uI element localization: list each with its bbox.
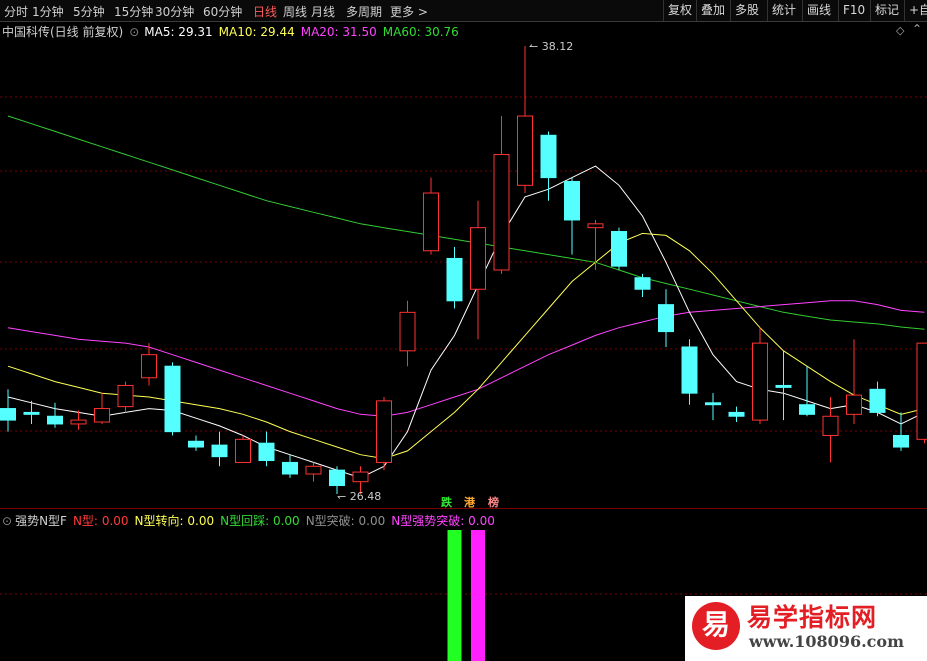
candle-29 [681, 339, 698, 405]
candle-10 [235, 435, 251, 463]
candle-2 [47, 402, 63, 428]
candle-5 [117, 381, 134, 413]
candle-28 [658, 289, 674, 347]
toolbar-button-2[interactable]: 多股 [730, 0, 767, 21]
candle-11 [258, 431, 275, 467]
candle-12 [282, 454, 298, 478]
candle-20 [470, 200, 486, 340]
candle-8 [188, 435, 204, 451]
period-tab-3[interactable]: 15分钟 [114, 3, 153, 20]
panel-divider [0, 508, 927, 509]
candle-0 [0, 389, 16, 432]
candle-39 [916, 342, 927, 444]
candle-17 [399, 300, 416, 367]
period-tab-0[interactable]: 分时 [4, 3, 28, 20]
candle-26 [611, 227, 627, 270]
candle-38 [893, 412, 909, 451]
toolbar-button-6[interactable]: 标记 [870, 0, 904, 21]
ma60-line [7, 115, 925, 330]
toolbar-button-3[interactable]: 统计 [767, 0, 802, 21]
candle-37 [869, 381, 886, 417]
high-price-label: ↼ 38.12 [529, 40, 573, 53]
candle-4 [94, 393, 110, 424]
candle-32 [752, 327, 768, 424]
period-tab-10[interactable]: 更多 > [390, 3, 428, 20]
candle-21 [493, 116, 510, 274]
candlestick-chart[interactable]: ↼ 38.12 ↽ 26.48 [0, 22, 927, 508]
watermark-logo: 易 易学指标网 www.108096.com [685, 596, 927, 661]
candle-36 [846, 339, 862, 424]
toolbar-button-1[interactable]: 叠加 [696, 0, 730, 21]
candle-18 [423, 177, 439, 255]
logo-title: 易学指标网 [747, 603, 878, 632]
indicator-bar-0 [447, 530, 462, 661]
period-tab-9[interactable]: 多周期 [346, 3, 382, 20]
candle-33 [775, 350, 792, 421]
logo-url: www.108096.com [749, 632, 904, 651]
candle-6 [141, 343, 157, 386]
period-tab-6[interactable]: 日线 [253, 3, 277, 20]
toolbar-button-0[interactable]: 复权 [663, 0, 696, 21]
candle-24 [564, 177, 580, 255]
period-tab-5[interactable]: 60分钟 [203, 3, 242, 20]
period-tab-8[interactable]: 月线 [311, 3, 335, 20]
candle-34 [799, 366, 815, 417]
candle-16 [376, 397, 392, 471]
period-toolbar: 分时 1分钟 5分钟 15分钟 30分钟 60分钟 日线 周线 月线 多周期 更多 > 复权 叠加 多股统… [0, 0, 927, 22]
indicator-bar-1 [471, 530, 485, 661]
candle-30 [705, 393, 721, 421]
logo-icon: 易 [692, 602, 740, 650]
toolbar-button-4[interactable]: 画线 [802, 0, 838, 21]
candle-22 [517, 46, 533, 194]
candle-13 [305, 462, 322, 482]
toolbar-button-5[interactable]: F10 [838, 0, 870, 21]
candle-23 [540, 131, 557, 201]
candle-9 [211, 431, 228, 467]
period-tab-7[interactable]: 周线 [283, 3, 307, 20]
period-tab-2[interactable]: 5分钟 [73, 3, 105, 20]
period-tab-4[interactable]: 30分钟 [155, 3, 194, 20]
toolbar-button-7[interactable]: +自 [904, 0, 927, 21]
candle-19 [446, 246, 463, 309]
low-price-label: ↽ 26.48 [337, 490, 381, 503]
candle-31 [728, 406, 745, 423]
period-tab-1[interactable]: 1分钟 [32, 3, 64, 20]
candle-27 [634, 273, 651, 297]
candle-7 [164, 362, 181, 436]
